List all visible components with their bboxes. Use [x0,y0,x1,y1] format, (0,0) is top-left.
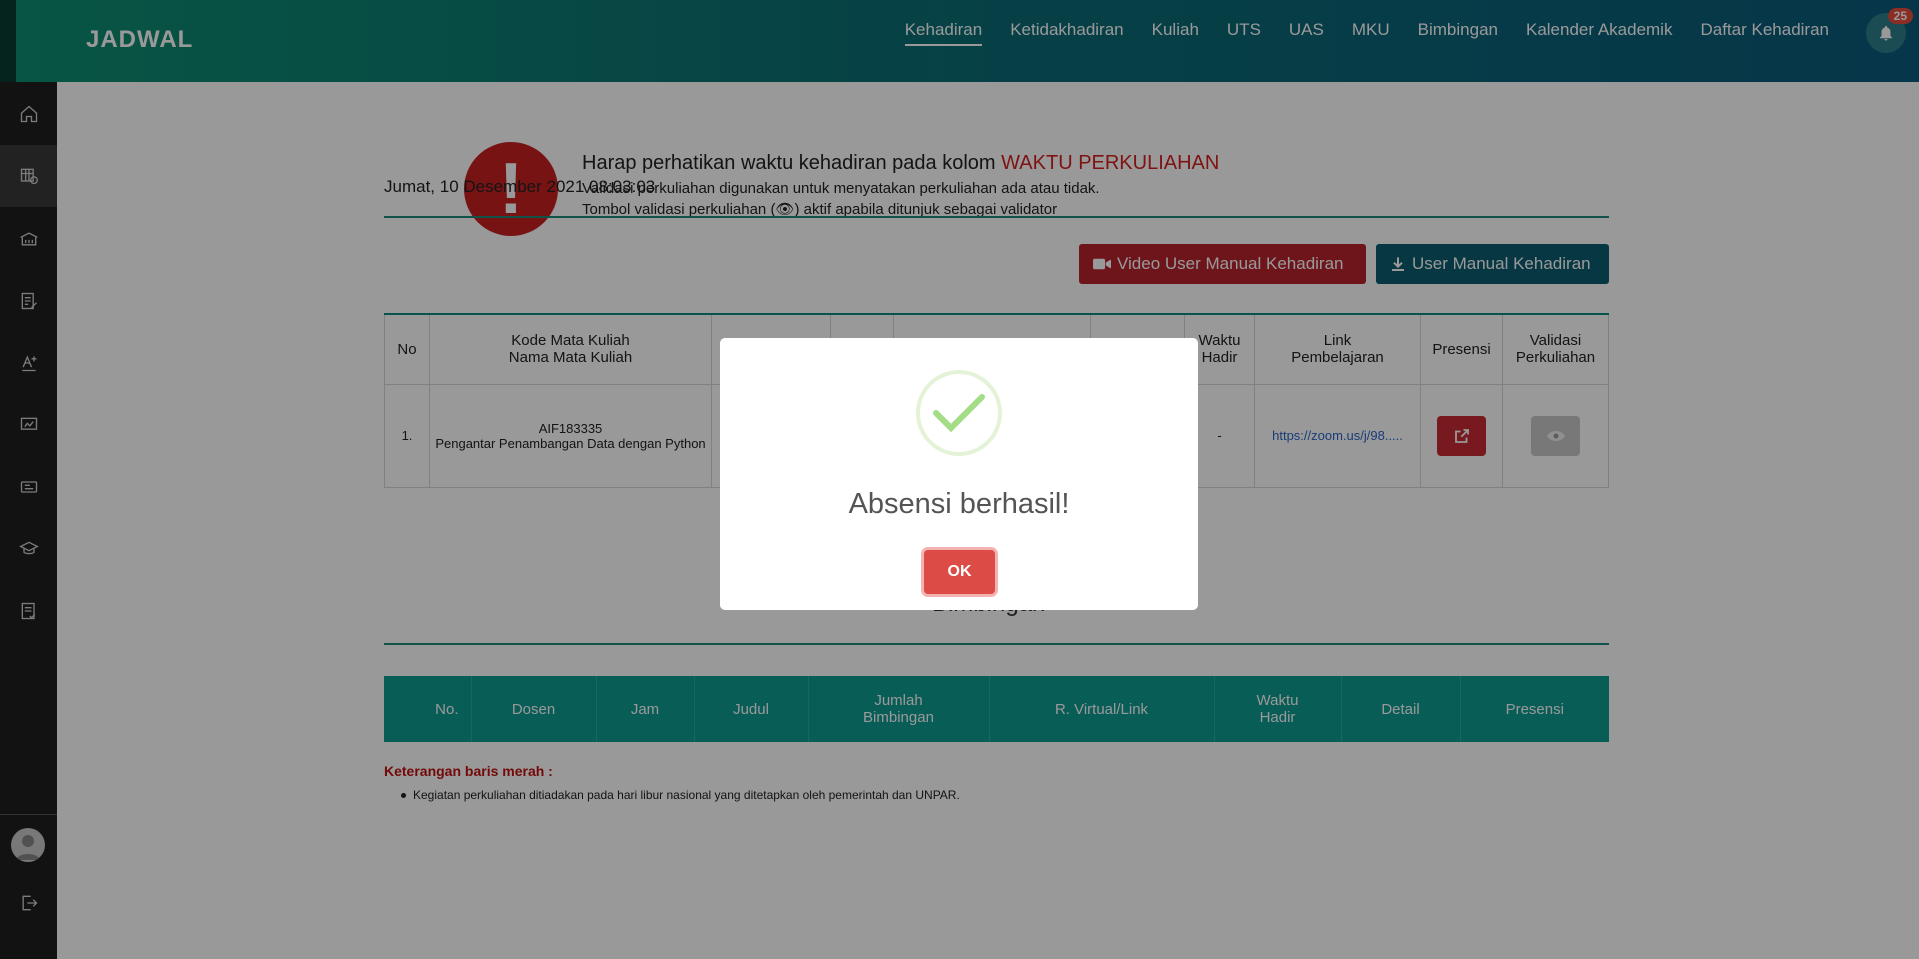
modal-title: Absensi berhasil! [848,488,1070,520]
success-check-circle [916,370,1002,456]
ok-button[interactable]: OK [924,550,995,594]
success-modal: Absensi berhasil! OK [720,338,1198,610]
checkmark-icon [933,394,985,433]
